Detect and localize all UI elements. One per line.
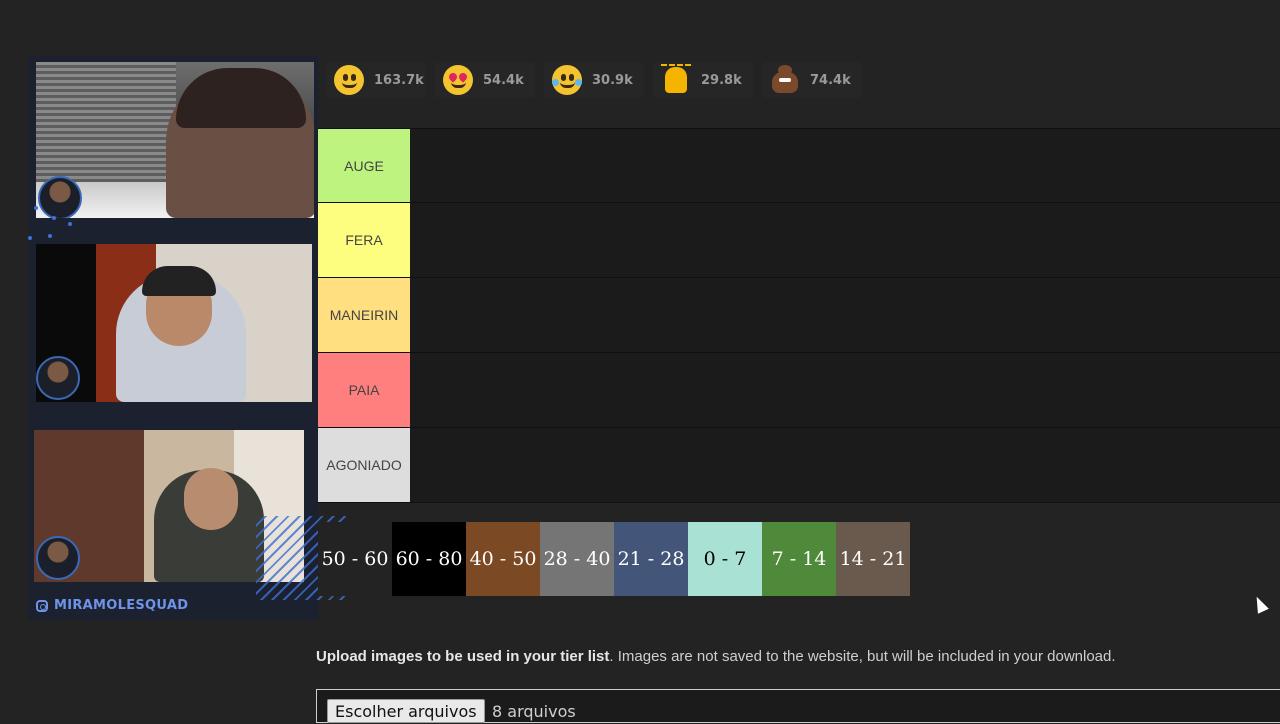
tier-row-maneirin: MANEIRIN [318,278,1280,353]
reaction-tears-of-joy[interactable]: 30.9k [544,62,644,98]
tier-label[interactable]: MANEIRIN [318,278,410,352]
tier-row-auge: AUGE [318,128,1280,203]
tier-drop-zone[interactable] [410,428,1280,502]
avatar [36,536,80,580]
reaction-count: 74.4k [810,72,851,88]
heart-eyes-icon [443,65,473,95]
tier-drop-zone[interactable] [410,203,1280,277]
tier-item[interactable]: 14 - 21 [836,522,910,596]
upload-instructions-rest: . Images are not saved to the website, b… [609,648,1116,665]
webcam-overlay: MIRAMOLESQUAD [28,56,346,620]
tier-item[interactable]: 21 - 28 [614,522,688,596]
tier-row-fera: FERA [318,203,1280,278]
decorative-dots [28,206,94,246]
file-input[interactable]: Escolher arquivos 8 arquivos [316,689,1280,723]
tier-drop-zone[interactable] [410,129,1280,202]
item-pool: 50 - 60 60 - 80 40 - 50 28 - 40 21 - 28 … [318,522,910,596]
reaction-raising-hands[interactable]: 29.8k [653,62,753,98]
tier-item[interactable]: 60 - 80 [392,522,466,596]
tier-item[interactable]: 0 - 7 [688,522,762,596]
tier-row-agoniado: AGONIADO [318,428,1280,503]
upload-instructions: Upload images to be used in your tier li… [316,648,1116,665]
reaction-heart-eyes[interactable]: 54.4k [435,62,535,98]
webcam-feed-1 [36,62,314,218]
tier-item[interactable]: 28 - 40 [540,522,614,596]
reaction-smiley[interactable]: 163.7k [326,62,426,98]
tier-label[interactable]: AUGE [318,129,410,202]
reaction-count: 30.9k [592,72,633,88]
tier-list: AUGE FERA MANEIRIN PAIA AGONIADO [318,128,1280,503]
tier-drop-zone[interactable] [410,353,1280,427]
tier-drop-zone[interactable] [410,278,1280,352]
instagram-icon [36,599,48,612]
webcam-feed-2 [36,244,312,402]
choose-files-button[interactable]: Escolher arquivos [327,699,485,723]
tier-row-paia: PAIA [318,353,1280,428]
reaction-count: 163.7k [374,72,424,88]
file-count: 8 arquivos [492,702,576,721]
tier-label[interactable]: FERA [318,203,410,277]
upload-instructions-bold: Upload images to be used in your tier li… [316,648,610,665]
social-handle: MIRAMOLESQUAD [36,598,188,613]
reaction-bar: 163.7k 54.4k 30.9k 29.8k 74.4k [326,62,862,98]
tier-item[interactable]: 40 - 50 [466,522,540,596]
smiley-icon [334,65,364,95]
tier-item[interactable]: 7 - 14 [762,522,836,596]
poop-icon [770,65,800,95]
tears-of-joy-icon [552,65,582,95]
reaction-count: 29.8k [701,72,742,88]
tier-label[interactable]: PAIA [318,353,410,427]
reaction-poop[interactable]: 74.4k [762,62,862,98]
tier-label[interactable]: AGONIADO [318,428,410,502]
mouse-cursor-icon [1251,594,1269,614]
reaction-count: 54.4k [483,72,524,88]
tier-item[interactable]: 50 - 60 [318,522,392,596]
raising-hands-icon [661,64,691,95]
handle-text: MIRAMOLESQUAD [54,598,189,613]
avatar [36,356,80,400]
